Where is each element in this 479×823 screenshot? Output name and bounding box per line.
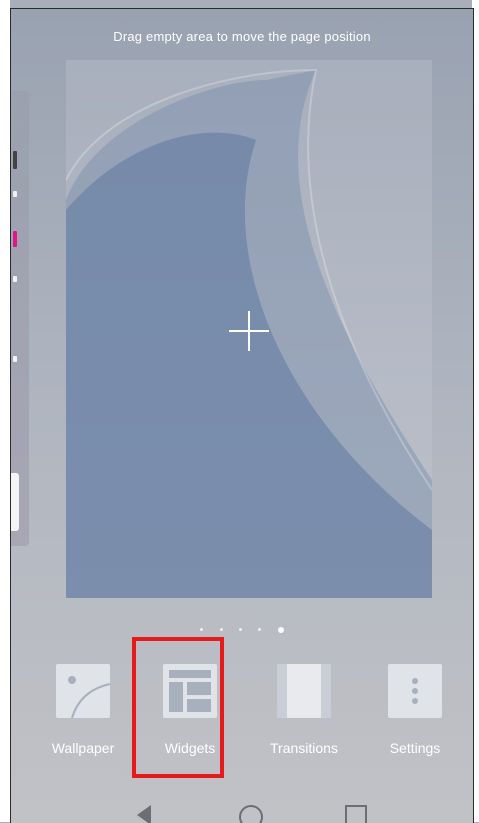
settings-icon xyxy=(388,664,442,718)
app-icon-fragment xyxy=(13,151,17,169)
label-fragment xyxy=(13,276,17,282)
wallpaper-button[interactable]: Wallpaper xyxy=(35,664,131,756)
wallpaper-label: Wallpaper xyxy=(51,740,115,756)
navigation-bar xyxy=(11,799,473,823)
transitions-button[interactable]: Transitions xyxy=(256,664,352,756)
page-dot xyxy=(219,628,223,632)
transitions-label: Transitions xyxy=(270,740,338,756)
home-icon[interactable] xyxy=(239,805,263,823)
back-icon[interactable] xyxy=(137,805,151,823)
label-fragment xyxy=(13,356,17,362)
settings-button[interactable]: Settings xyxy=(367,664,463,756)
page-dot xyxy=(258,628,262,632)
frame-left xyxy=(0,0,10,822)
page-dot-active xyxy=(277,626,284,633)
wallpaper-icon xyxy=(56,664,110,718)
widget-fragment xyxy=(11,473,19,531)
settings-label: Settings xyxy=(389,740,441,756)
recent-apps-icon[interactable] xyxy=(345,805,367,823)
app-icon-fragment xyxy=(13,231,17,247)
home-screen-edit-mode: Drag empty area to move the page positio… xyxy=(10,8,474,823)
add-page-icon[interactable] xyxy=(229,311,269,351)
page-dot xyxy=(200,628,204,632)
page-indicator xyxy=(11,621,473,639)
drag-hint-text: Drag empty area to move the page positio… xyxy=(113,29,371,44)
page-dot xyxy=(239,628,242,632)
previous-page-preview[interactable] xyxy=(11,91,29,546)
label-fragment xyxy=(13,191,17,197)
transitions-icon xyxy=(277,664,331,718)
widgets-highlight-box xyxy=(132,637,224,778)
